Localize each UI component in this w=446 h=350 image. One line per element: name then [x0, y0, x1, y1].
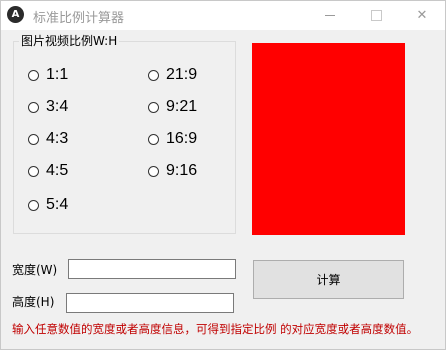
app-logo-icon: A: [7, 6, 24, 23]
close-icon: ✕: [416, 8, 428, 23]
radio-label: 5:4: [46, 196, 69, 213]
radio-label: 1:1: [46, 66, 69, 83]
radio-ratio-1-1[interactable]: 1:1: [28, 65, 68, 85]
radio-ratio-9-16[interactable]: 9:16: [148, 161, 197, 181]
maximize-button[interactable]: [353, 1, 399, 30]
radio-ratio-9-21[interactable]: 9:21: [148, 97, 197, 117]
title-bar: A 标准比例计算器 ✕: [1, 1, 445, 30]
radio-ratio-3-4[interactable]: 3:4: [28, 97, 68, 117]
radio-ratio-5-4[interactable]: 5:4: [28, 195, 68, 215]
minimize-icon: [325, 15, 335, 16]
calculate-button-label: 计算: [316, 273, 341, 287]
width-input[interactable]: [68, 259, 236, 279]
radio-ratio-16-9[interactable]: 16:9: [148, 129, 197, 149]
minimize-button[interactable]: [307, 1, 353, 30]
radio-label: 3:4: [46, 98, 69, 115]
radio-label: 16:9: [166, 130, 198, 147]
window-title: 标准比例计算器: [33, 11, 125, 26]
radio-label: 4:3: [46, 130, 69, 147]
radio-label: 4:5: [46, 162, 69, 179]
radio-circle: [28, 69, 39, 81]
radio-circle: [148, 133, 159, 145]
radio-label: 21:9: [166, 66, 198, 83]
radio-circle: [28, 101, 39, 113]
radio-circle: [28, 199, 39, 211]
height-input[interactable]: [66, 293, 234, 313]
radio-label: 9:16: [166, 162, 198, 179]
radio-circle: [148, 101, 159, 113]
close-button[interactable]: ✕: [399, 1, 445, 30]
radio-circle: [28, 133, 39, 145]
ratio-group-title: 图片视频比例W:H: [19, 32, 120, 49]
radio-circle: [148, 69, 159, 81]
radio-ratio-4-3[interactable]: 4:3: [28, 129, 68, 149]
calculate-button[interactable]: 计算: [253, 260, 404, 299]
radio-circle: [148, 165, 159, 177]
calculator-window: A 标准比例计算器 ✕ 图片视频比例W:H 1:1 3:4 4:3 4:5 5:…: [0, 0, 446, 350]
width-label: 宽度(W): [12, 263, 58, 277]
radio-label: 9:21: [166, 98, 198, 115]
maximize-icon: [371, 10, 382, 21]
radio-ratio-4-5[interactable]: 4:5: [28, 161, 68, 181]
instruction-hint: 输入任意数值的宽度或者高度信息，可得到指定比例 的对应宽度或者高度数值。: [12, 322, 419, 336]
radio-ratio-21-9[interactable]: 21:9: [148, 65, 197, 85]
ratio-preview-box: [252, 43, 405, 235]
radio-circle: [28, 165, 39, 177]
height-label: 高度(H): [12, 295, 55, 309]
